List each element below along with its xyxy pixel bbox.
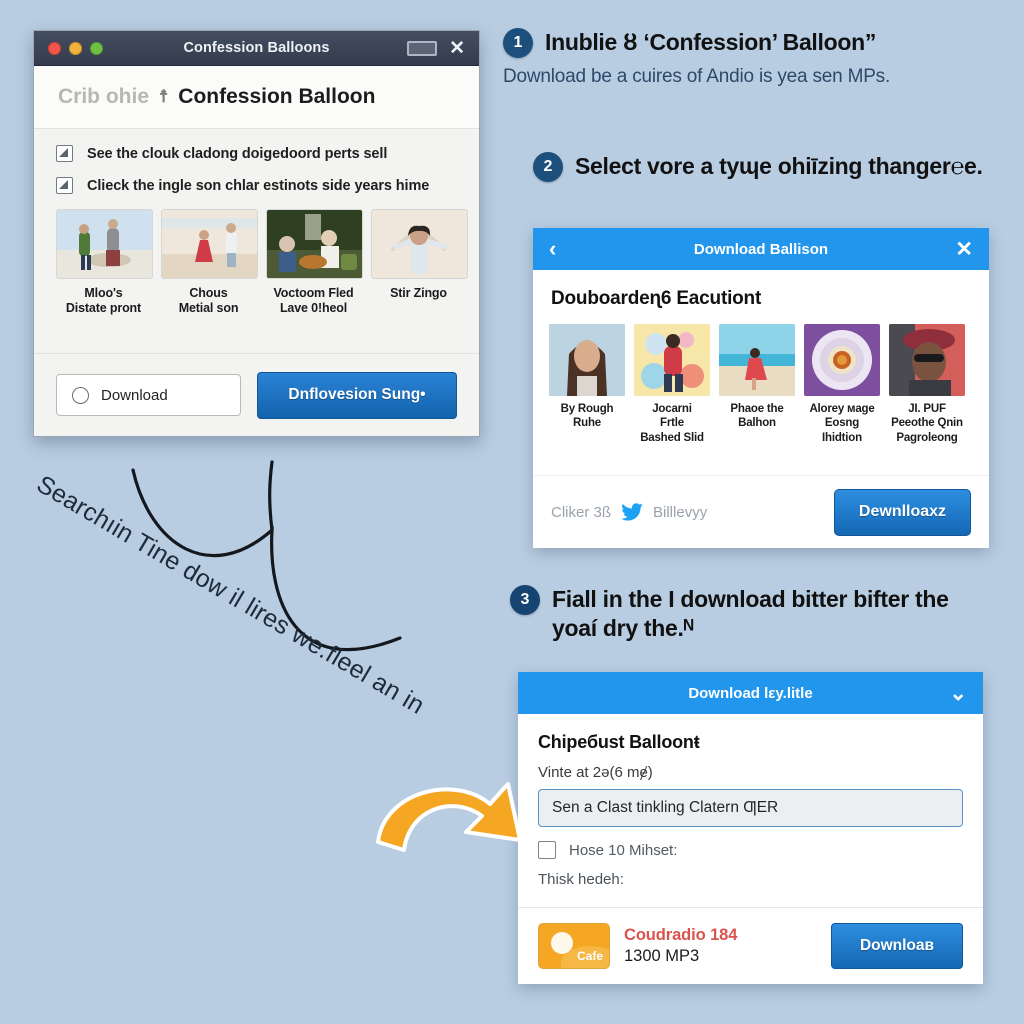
- brand-prefix: Crib ohie: [58, 85, 150, 108]
- thumbnail-image[interactable]: [161, 209, 258, 279]
- thumbnail-image[interactable]: [804, 324, 880, 396]
- card-heading: Chipeбust Balloonŧ: [538, 732, 700, 752]
- thumbnail-image[interactable]: [719, 324, 795, 396]
- close-light-icon[interactable]: [48, 41, 61, 55]
- file-title: Coudradio 184: [624, 926, 738, 944]
- thumbnail-item[interactable]: JI. PUF Peeothe Qnin Pagroleong: [889, 324, 965, 445]
- step-2-header: 2 Select vore a tyɰe ohiīzing thanger℮e.: [533, 152, 1003, 182]
- sun-landscape-icon: Cafe: [538, 923, 610, 969]
- maximize-light-icon[interactable]: [90, 41, 103, 55]
- thumbnail-image[interactable]: [549, 324, 625, 396]
- file-subtitle: 1300 MP3: [624, 947, 700, 965]
- thumbnail-caption: Stir Zingo: [390, 286, 447, 300]
- checklist-label: Clieck the ingle son chlar estinots side…: [87, 177, 430, 194]
- thumbnail-item[interactable]: Chous Metial son: [161, 209, 258, 317]
- card-titlebar: Download lεy.litle ⌄: [518, 672, 983, 714]
- curved-orange-arrow: [376, 782, 522, 852]
- thumbnail-image[interactable]: [634, 324, 710, 396]
- step-3: 3 Fiall in the I download bitter bifter …: [510, 585, 980, 644]
- thumbnail-row: By Rough Ruhe Jocarni Frtle Bashed Slid …: [533, 310, 989, 445]
- download-radio-label: Download: [101, 386, 168, 404]
- card-heading: Douboardeɳ6 Eacutiont: [551, 288, 762, 309]
- step-1: 1 Inublie ȣ ‘Confession’ Balloon” Downlo…: [503, 28, 1003, 89]
- step-title: Inublie ȣ ‘Confession’ Balloon”: [545, 29, 877, 55]
- thumbnail-item[interactable]: By Rough Ruhe: [549, 324, 625, 445]
- checklist-label: See the clouk cladong doigedoord perts s…: [87, 145, 388, 162]
- close-icon[interactable]: ✕: [449, 39, 465, 58]
- step-1-header: 1 Inublie ȣ ‘Confession’ Balloon”: [503, 28, 1003, 58]
- minimize-icon[interactable]: [407, 40, 438, 56]
- handwritten-annotation: Searchıin Tine dow il lireѕ we.fleel an …: [31, 470, 430, 720]
- radio-icon[interactable]: [72, 386, 89, 404]
- thumbnail-image[interactable]: [371, 209, 468, 279]
- window-titlebar: Confession Balloons ✕: [34, 31, 479, 66]
- brand-title: Confession Balloon: [178, 85, 376, 108]
- window-brandbar: Crib ohie ☨ Confession Balloon: [34, 66, 479, 129]
- window-footer: Download Dnflovesion Sung•: [34, 353, 479, 436]
- thumbnail-caption: By Rough Ruhe: [560, 403, 614, 430]
- step-2: 2 Select vore a tyɰe ohiīzing thanger℮e.: [533, 152, 1003, 182]
- confession-balloons-window: Confession Balloons ✕ Crib ohie ☨ Confes…: [33, 30, 480, 437]
- download-button[interactable]: Dewnlloaxz: [834, 488, 971, 536]
- thumbnail-caption: Phaoe the Balhon: [730, 403, 784, 430]
- thumbnail-item[interactable]: Alorey ᴍage Eosng Ihidtion: [804, 324, 880, 445]
- twitter-bird-icon[interactable]: [621, 503, 643, 521]
- file-icon-label: Cafe: [576, 949, 603, 963]
- step-number-badge: 2: [533, 152, 563, 182]
- thumbnail-item[interactable]: Voctoom Fled Lave 0!heol: [266, 209, 363, 317]
- card-footer: Cliker 3ß Billlevyy Dewnlloaxz: [533, 475, 989, 548]
- brand-glyph-icon: ☨: [159, 87, 169, 106]
- checklist-item[interactable]: See the clouk cladong doigedoord perts s…: [56, 145, 457, 162]
- chevron-down-icon[interactable]: ⌄: [949, 683, 967, 704]
- step-title: Fiall in the I download bitter bifter th…: [552, 586, 949, 642]
- thumbnail-image[interactable]: [266, 209, 363, 279]
- thumbnail-row: Mloo's Distate pront Chous Metial son Vo…: [56, 209, 468, 317]
- option-checkbox-row[interactable]: Hose 10 Mihset:: [538, 841, 963, 859]
- thumbnail-caption: Jocarni Frtle Bashed Slid: [640, 403, 704, 444]
- checklist-item[interactable]: Clieck the ingle son chlar estinots side…: [56, 177, 457, 194]
- card-title: Download Ballison: [693, 240, 829, 258]
- minimize-light-icon[interactable]: [69, 41, 82, 55]
- checkbox-arrow-icon[interactable]: [56, 177, 73, 194]
- step-title: Select vore a tyɰe ohiīzing thanger℮e.: [575, 153, 983, 179]
- card-note: Thisk hedeh:: [538, 871, 624, 888]
- thumbnail-item[interactable]: Jocarni Frtle Bashed Slid: [634, 324, 710, 445]
- option-label: Hose 10 Mihset:: [569, 841, 678, 859]
- thumbnail-item[interactable]: Mloo's Distate pront: [56, 209, 153, 317]
- step-body: Download be a cuires of Andio is yea sen…: [503, 66, 891, 87]
- thumbnail-caption: Chous Metial son: [178, 286, 239, 316]
- card-footer: Cafe Coudradio 184 1300 MP3 Downloaв: [518, 907, 983, 984]
- thumbnail-image[interactable]: [56, 209, 153, 279]
- file-meta: Coudradio 184 1300 MP3: [624, 926, 737, 966]
- close-icon[interactable]: ✕: [955, 239, 973, 260]
- card-subtext: Vinte at 2ә(6 mɇ): [538, 764, 653, 781]
- thumbnail-image[interactable]: [889, 324, 965, 396]
- download-button[interactable]: Downloaв: [831, 923, 963, 969]
- thumbnail-caption: Alorey ᴍage Eosng Ihidtion: [809, 403, 875, 444]
- thumbnail-caption: Voctoom Fled Lave 0!heol: [273, 286, 354, 316]
- filename-input[interactable]: Sen a Clast tinkling Clatern ƢER: [538, 789, 963, 827]
- page-root: Confession Balloons ✕ Crib ohie ☨ Confes…: [0, 0, 1024, 1024]
- download-details-card: Download lεy.litle ⌄ Chipeбust Balloonŧ …: [518, 672, 983, 984]
- primary-cta-button[interactable]: Dnflovesion Sung•: [257, 371, 457, 419]
- window-traffic-lights[interactable]: [48, 41, 103, 55]
- window-content: See the clouk cladong doigedoord perts s…: [34, 129, 479, 317]
- chevron-left-icon[interactable]: ‹: [549, 238, 556, 260]
- step-number-badge: 3: [510, 585, 540, 615]
- thumbnail-item[interactable]: Phaoe the Balhon: [719, 324, 795, 445]
- download-radio-option[interactable]: Download: [56, 374, 241, 416]
- window-controls: ✕: [407, 39, 465, 58]
- card-titlebar: ‹ Download Ballison ✕: [533, 228, 989, 270]
- thumbnail-item[interactable]: Stir Zingo: [371, 209, 468, 317]
- thumbnail-caption: JI. PUF Peeothe Qnin Pagroleong: [891, 403, 963, 444]
- thumbnail-caption: Mloo's Distate pront: [65, 286, 142, 316]
- footer-counter: Cliker 3ß: [551, 503, 612, 521]
- card-title: Download lεy.litle: [688, 684, 813, 702]
- download-ballison-card: ‹ Download Ballison ✕ Douboardeɳ6 Eacuti…: [533, 228, 989, 548]
- step-3-header: 3 Fiall in the I download bitter bifter …: [510, 585, 980, 644]
- step-number-badge: 1: [503, 28, 533, 58]
- footer-label: Billlevyy: [653, 503, 708, 521]
- card-content: Chipeбust Balloonŧ Vinte at 2ә(6 mɇ) Sen…: [518, 714, 983, 888]
- checkbox-arrow-icon[interactable]: [56, 145, 73, 162]
